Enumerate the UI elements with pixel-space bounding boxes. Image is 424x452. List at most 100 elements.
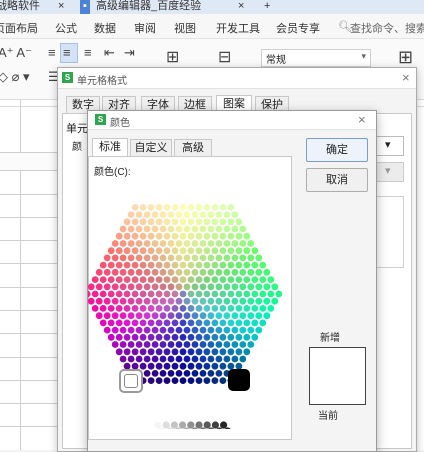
color-cell[interactable] [119,283,127,291]
color-cell[interactable] [143,240,151,247]
color-cell[interactable] [219,305,227,312]
color-cell[interactable] [151,240,159,247]
color-cell[interactable] [107,261,115,269]
color-cell[interactable] [171,204,179,211]
color-cell[interactable] [123,348,131,356]
color-cell[interactable] [183,211,191,218]
color-cell[interactable] [227,247,235,255]
color-cell[interactable] [243,319,251,327]
color-cell[interactable] [239,326,247,334]
color-cell[interactable] [163,218,171,226]
color-cell[interactable] [127,326,135,334]
color-cell[interactable] [111,268,119,276]
color-cell[interactable] [203,232,211,240]
color-cell[interactable] [191,268,199,276]
color-cell[interactable] [95,283,103,291]
color-cell[interactable] [155,362,163,370]
color-cell[interactable] [127,297,135,305]
clear-format-icon[interactable]: ◇ ⌀ ▾ [0,69,30,85]
menu-page-layout[interactable]: 页面布局 [0,20,38,36]
color-cell[interactable] [223,326,231,334]
color-cell[interactable] [251,276,259,283]
color-cell[interactable] [131,319,139,327]
color-cell[interactable] [207,326,215,334]
color-cell[interactable] [195,319,203,327]
color-cell[interactable] [143,370,151,377]
color-cell[interactable] [175,297,183,305]
color-cell[interactable] [187,261,195,269]
color-cell[interactable] [219,377,227,384]
color-cell[interactable] [119,326,127,334]
color-cell[interactable] [175,240,183,247]
doc-tab-title[interactable]: 高级编辑器_百度经验 [96,0,201,14]
color-cell[interactable] [131,305,139,312]
color-cell[interactable] [215,341,223,348]
color-cell[interactable] [135,254,143,262]
color-cell[interactable] [123,305,131,312]
color-cell[interactable] [239,225,247,233]
color-cell[interactable] [187,333,195,341]
color-cell[interactable] [223,225,231,233]
color-cell[interactable] [119,341,127,348]
color-hexagon-palette[interactable] [88,169,290,429]
color-cell[interactable] [183,341,191,348]
color-cell[interactable] [239,268,247,276]
color-cell[interactable] [143,268,151,276]
color-cell[interactable] [239,240,247,247]
color-cell[interactable] [231,355,239,363]
color-cell[interactable] [259,261,267,269]
color-cell[interactable] [95,312,103,320]
color-cell[interactable] [103,312,111,320]
color-cell[interactable] [187,232,195,240]
color-cell[interactable] [191,211,199,218]
color-cell[interactable] [227,348,235,356]
menu-view[interactable]: 视图 [174,20,196,36]
color-cell[interactable] [195,204,203,211]
color-cell[interactable] [175,283,183,291]
color-cell[interactable] [247,268,255,276]
color-cell[interactable] [163,362,171,370]
menu-formula[interactable]: 公式 [55,20,77,36]
color-cell[interactable] [107,333,115,341]
color-cell[interactable] [115,247,123,255]
color-cell[interactable] [159,370,167,377]
align-top-icon[interactable]: ≡ [48,45,56,60]
color-cell[interactable] [235,276,243,283]
cell-format-titlebar[interactable]: S 单元格格式 × [58,68,416,89]
color-cell[interactable] [183,283,191,291]
color-cell[interactable] [171,276,179,283]
color-cell[interactable] [159,240,167,247]
color-cell[interactable] [179,377,187,384]
color-cell[interactable] [219,232,227,240]
color-cell[interactable] [163,204,171,211]
color-cell[interactable] [219,261,227,269]
color-cell[interactable] [243,247,251,255]
color-cell[interactable] [179,333,187,341]
color-cell[interactable] [187,377,195,384]
color-cell[interactable] [247,240,255,247]
color-cell[interactable] [239,341,247,348]
color-cell[interactable] [171,218,179,226]
color-cell[interactable] [191,326,199,334]
color-cell[interactable] [215,268,223,276]
color-cell[interactable] [195,232,203,240]
color-cell[interactable] [179,362,187,370]
menu-developer[interactable]: 开发工具 [216,20,260,36]
color-cell[interactable] [151,312,159,320]
color-cell[interactable] [195,261,203,269]
color-cell[interactable] [199,283,207,291]
color-cell[interactable] [103,283,111,291]
color-cell[interactable] [135,240,143,247]
color-cell[interactable] [231,297,239,305]
color-cell[interactable] [235,348,243,356]
color-cell[interactable] [219,276,227,283]
color-cell[interactable] [223,297,231,305]
color-cell[interactable] [211,232,219,240]
color-cell[interactable] [211,362,219,370]
gray-color-cell[interactable] [203,421,211,429]
color-cell[interactable] [235,218,243,226]
color-cell[interactable] [223,240,231,247]
color-cell[interactable] [259,290,267,298]
color-cell[interactable] [139,348,147,356]
color-cell[interactable] [163,377,171,384]
